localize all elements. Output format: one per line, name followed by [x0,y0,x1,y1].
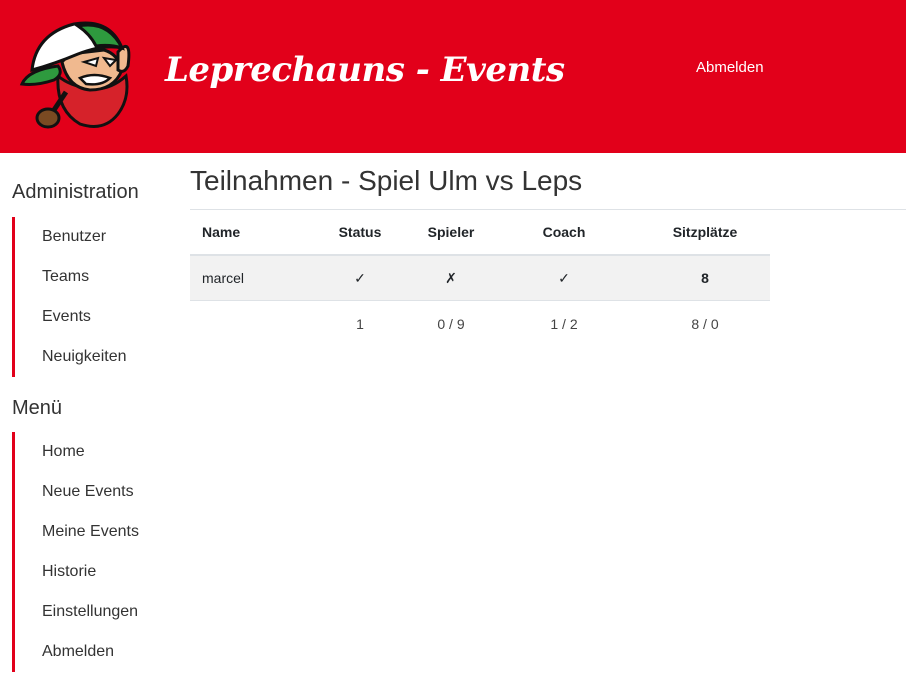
summary-spieler: 0 / 9 [437,316,465,332]
page-title: Teilnahmen - Spiel Ulm vs Leps [190,165,583,196]
sidebar-administration-list: Benutzer Teams Events Neuigkeiten [12,217,165,377]
sidebar-item-meine-events[interactable]: Meine Events [15,512,165,552]
sidebar-item-events[interactable]: Events [15,297,165,337]
table-row[interactable]: marcel ✓ ✗ ✓ 8 [190,255,770,301]
table-summary-row: 1 0 / 9 1 / 2 8 / 0 [190,301,770,348]
sidebar-section-administration-title: Administration [12,181,139,203]
sidebar-section-menu-title: Menü [12,397,63,419]
sidebar-item-neue-events[interactable]: Neue Events [15,472,165,512]
summary-status: 1 [356,316,364,332]
status-check-icon: ✓ [306,255,414,301]
sidebar-item-neuigkeiten[interactable]: Neuigkeiten [15,337,165,377]
top-header: Leprechauns - Events Abmelden [0,0,906,153]
sidebar-item-home[interactable]: Home [15,432,165,472]
table-header-row: Name Status Spieler Coach Sitzplätze [190,210,770,256]
column-header-coach: Coach [488,210,640,256]
coach-check-icon: ✓ [488,255,640,301]
column-header-status: Status [306,210,414,256]
column-header-name: Name [190,210,306,256]
sidebar-item-teams[interactable]: Teams [15,257,165,297]
sidebar-item-historie[interactable]: Historie [15,552,165,592]
site-brand-title[interactable]: Leprechauns - Events [165,50,565,90]
participation-table: Name Status Spieler Coach Sitzplätze mar… [190,210,770,347]
leprechaun-logo[interactable] [18,14,134,138]
sidebar-item-einstellungen[interactable]: Einstellungen [15,592,165,632]
cell-name: marcel [190,255,306,301]
summary-name [190,301,306,348]
column-header-spieler: Spieler [414,210,488,256]
cell-sitzplaetze: 8 [640,255,770,301]
summary-coach: 1 / 2 [550,316,578,332]
sidebar-item-benutzer[interactable]: Benutzer [15,217,165,257]
header-logout-link[interactable]: Abmelden [696,59,764,76]
column-header-sitzplaetze: Sitzplätze [640,210,770,256]
spieler-cross-icon: ✗ [414,255,488,301]
sidebar-menu-list: Home Neue Events Meine Events Historie E… [12,432,165,672]
summary-sitzplaetze: 8 / 0 [691,316,719,332]
sidebar-item-abmelden[interactable]: Abmelden [15,632,165,672]
